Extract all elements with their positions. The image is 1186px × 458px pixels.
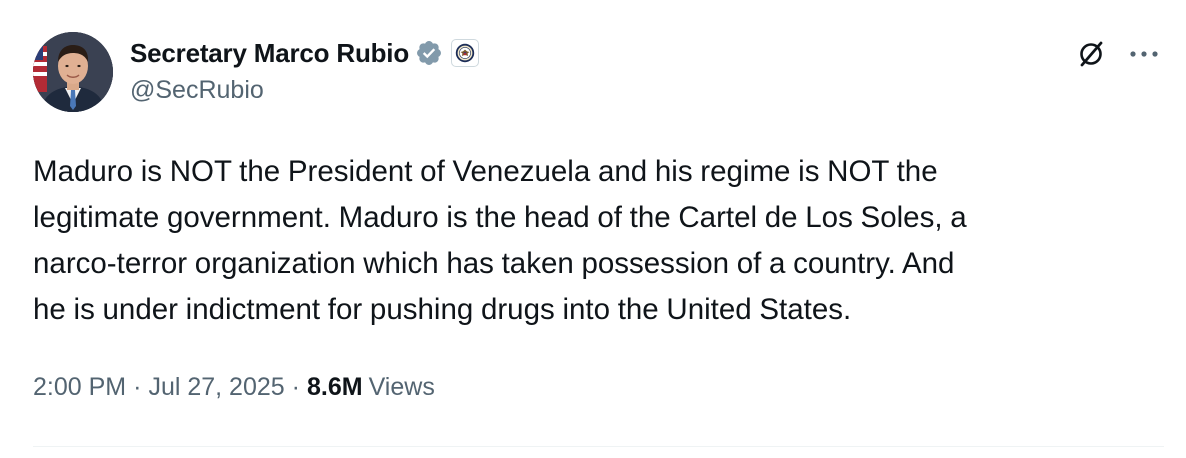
grok-icon[interactable] (1073, 36, 1109, 72)
divider (33, 446, 1164, 447)
author-name-row: Secretary Marco Rubio (130, 36, 480, 70)
tweet-date[interactable]: Jul 27, 2025 (148, 373, 284, 402)
avatar-image (33, 32, 113, 112)
author-display-name[interactable]: Secretary Marco Rubio (130, 38, 409, 69)
tweet-meta: 2:00 PM · Jul 27, 2025 · 8.6M Views (33, 373, 435, 402)
author-handle[interactable]: @SecRubio (130, 76, 264, 105)
tweet-card: Secretary Marco Rubio @SecRubio Maduro i… (0, 0, 1186, 458)
views-label[interactable]: Views (369, 373, 435, 402)
meta-separator: · (133, 373, 142, 401)
verified-badge-icon[interactable] (415, 39, 443, 67)
meta-separator: · (291, 373, 300, 401)
views-count[interactable]: 8.6M (307, 373, 363, 402)
author-avatar[interactable] (33, 32, 113, 112)
more-options-icon[interactable] (1124, 36, 1164, 72)
state-department-seal-icon[interactable] (451, 39, 480, 67)
tweet-time[interactable]: 2:00 PM (33, 373, 126, 402)
tweet-text: Maduro is NOT the President of Venezuela… (33, 155, 967, 326)
